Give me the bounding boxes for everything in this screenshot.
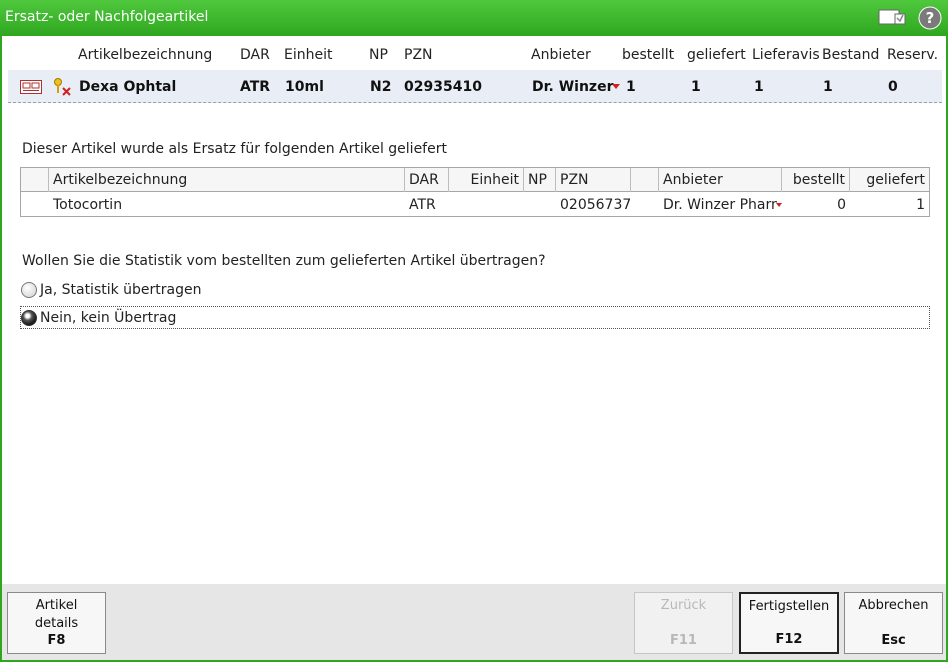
cancel-button[interactable]: Abbrechen Esc — [844, 592, 943, 654]
window-frame — [0, 36, 948, 662]
key-delete-icon — [53, 77, 73, 101]
article-lieferavis: 1 — [754, 79, 764, 95]
article-name: Dexa Ophtal — [79, 79, 177, 95]
back-key: F11 — [670, 633, 697, 648]
col-lieferavis: Lieferavis — [752, 47, 820, 63]
article-anbieter: Dr. Winzer P — [532, 79, 616, 95]
replacement-dar: ATR — [409, 197, 436, 213]
replacement-bestellt: 0 — [837, 197, 846, 213]
article-geliefert: 1 — [691, 79, 701, 95]
replacement-anbieter: Dr. Winzer Pharm — [663, 197, 777, 213]
back-button[interactable]: Zurück F11 — [634, 592, 733, 654]
article-details-button[interactable]: Artikel details F8 — [7, 592, 106, 654]
replacement-name: Totocortin — [53, 197, 123, 213]
statistics-question: Wollen Sie die Statistik vom bestellten … — [22, 253, 546, 269]
radio-ja-label: Ja, Statistik übertragen — [40, 282, 202, 298]
header-einheit[interactable]: Einheit — [449, 168, 524, 192]
header-spacer-2 — [631, 168, 659, 192]
cancel-key: Esc — [881, 633, 906, 648]
header-bestellt[interactable]: bestellt — [782, 168, 850, 192]
col-anbieter: Anbieter — [531, 47, 591, 63]
header-np[interactable]: NP — [524, 168, 556, 192]
details-line2: details — [34, 616, 79, 631]
radio-nein[interactable] — [21, 310, 37, 326]
col-bestellt: bestellt — [622, 47, 675, 63]
truncation-marker-icon — [612, 84, 620, 89]
svg-text:?: ? — [926, 9, 935, 27]
article-bestellt: 1 — [626, 79, 636, 95]
replacement-pzn: 02056737 — [560, 197, 631, 213]
col-artikelbezeichnung: Artikelbezeichnung — [78, 47, 213, 63]
header-artikelbezeichnung[interactable]: Artikelbezeichnung — [49, 168, 405, 192]
col-einheit: Einheit — [284, 47, 333, 63]
screen-icon[interactable] — [878, 7, 906, 27]
finish-label: Fertigstellen — [748, 599, 830, 614]
col-geliefert: geliefert — [687, 47, 746, 63]
replacement-einheit — [449, 193, 524, 217]
col-dar: DAR — [240, 47, 270, 63]
article-card-icon — [20, 80, 42, 98]
replacement-caption: Dieser Artikel wurde als Ersatz für folg… — [22, 141, 447, 157]
window-title: Ersatz- oder Nachfolgeartikel — [5, 9, 209, 25]
replacement-geliefert: 1 — [916, 197, 925, 213]
header-pzn[interactable]: PZN — [556, 168, 631, 192]
article-reserv: 0 — [888, 79, 898, 95]
replacement-table: Artikelbezeichnung DAR Einheit NP PZN An… — [20, 167, 930, 217]
article-bestand: 1 — [823, 79, 833, 95]
radio-nein-label: Nein, kein Übertrag — [40, 310, 177, 326]
details-key: F8 — [47, 633, 66, 648]
radio-ja[interactable] — [21, 282, 37, 298]
col-np: NP — [369, 47, 388, 63]
col-bestand: Bestand — [822, 47, 880, 63]
details-line1: Artikel — [35, 598, 78, 613]
cancel-label: Abbrechen — [858, 598, 929, 613]
replacement-table-header: Artikelbezeichnung DAR Einheit NP PZN An… — [21, 168, 929, 192]
col-reserv: Reserv. — [887, 47, 939, 63]
finish-key: F12 — [775, 632, 803, 647]
title-bar: Ersatz- oder Nachfolgeartikel ? — [0, 0, 948, 36]
article-pzn: 02935410 — [404, 79, 482, 95]
replacement-np — [524, 193, 556, 217]
back-label: Zurück — [660, 598, 707, 613]
col-pzn: PZN — [404, 47, 433, 63]
header-geliefert[interactable]: geliefert — [850, 168, 929, 192]
header-dar[interactable]: DAR — [405, 168, 449, 192]
help-icon[interactable]: ? — [918, 6, 942, 30]
article-np: N2 — [370, 79, 392, 95]
header-spacer — [21, 168, 49, 192]
finish-button[interactable]: Fertigstellen F12 — [739, 592, 839, 654]
article-einheit: 10ml — [285, 79, 324, 95]
article-dar: ATR — [240, 79, 271, 95]
header-anbieter[interactable]: Anbieter — [659, 168, 782, 192]
